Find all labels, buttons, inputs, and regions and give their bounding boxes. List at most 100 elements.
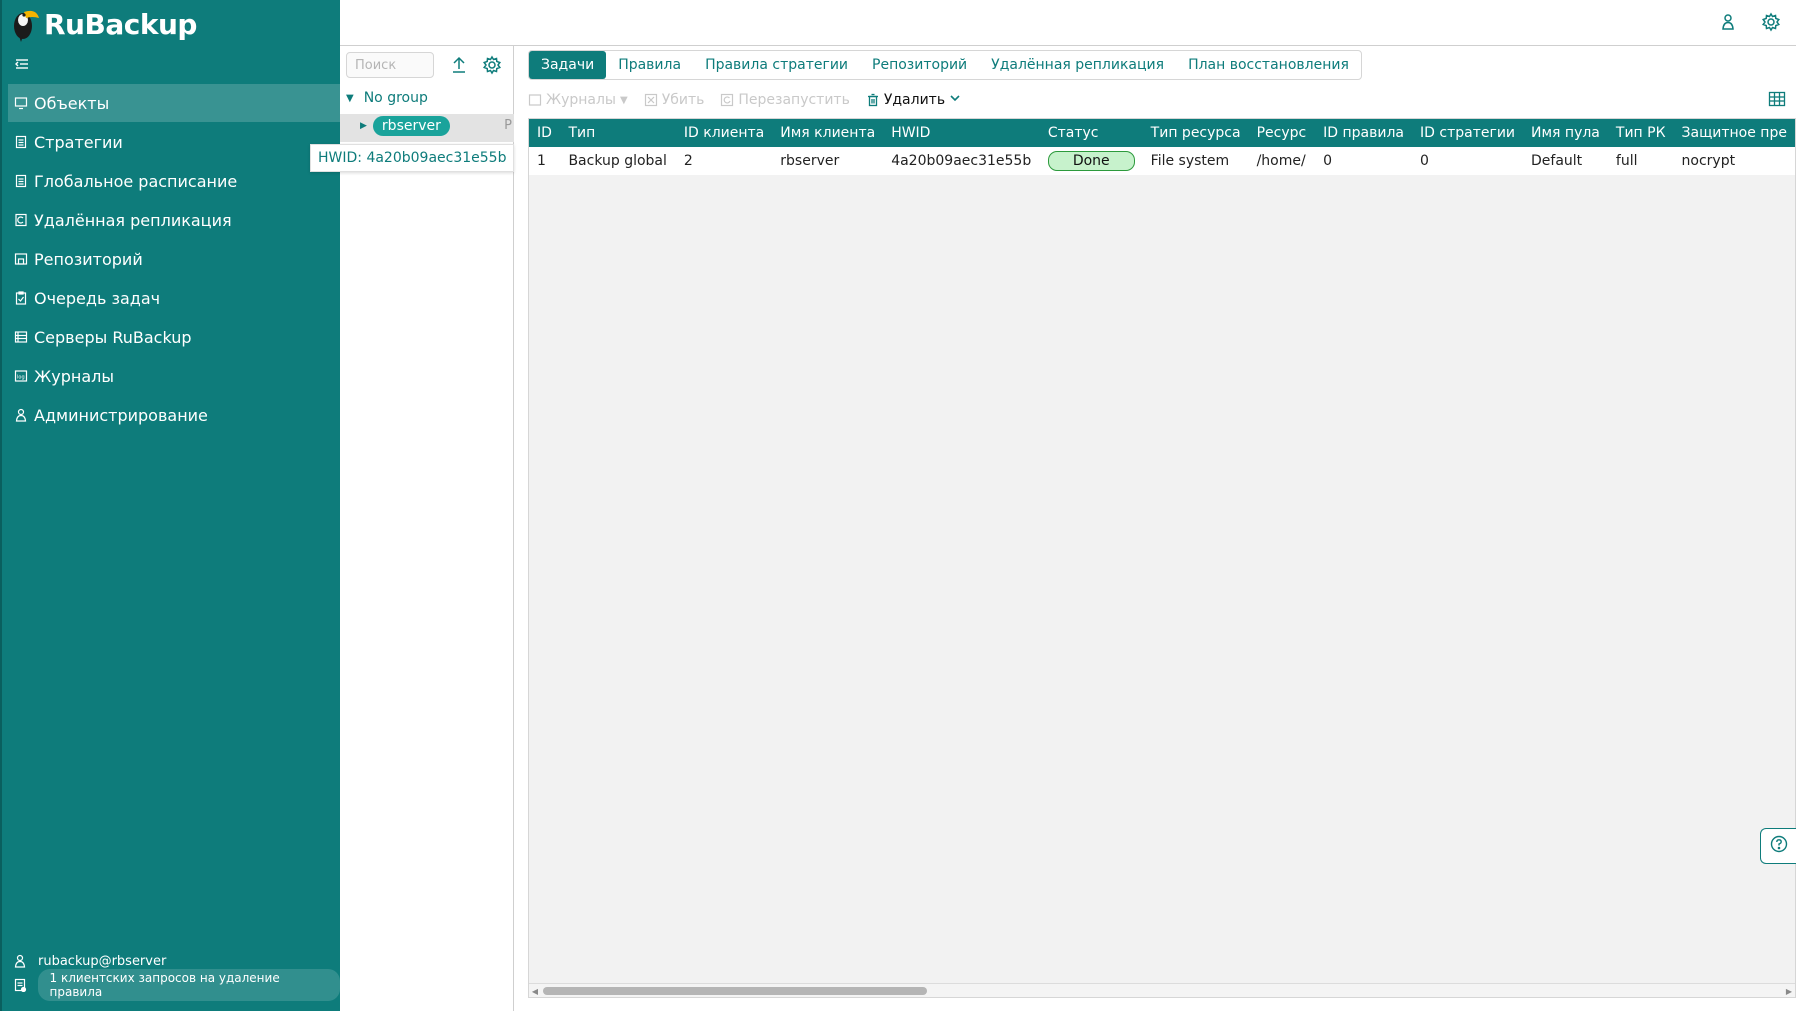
delete-requests-notice[interactable]: 1 клиентских запросов на удаление правил… — [37, 969, 340, 1001]
horizontal-scrollbar[interactable]: ◀ ▶ — [529, 983, 1795, 997]
column-header-backup-type[interactable]: Тип РК — [1608, 119, 1674, 147]
table-row[interactable]: 1 Backup global 2 rbserver 4a20b09aec31e… — [529, 147, 1795, 175]
tree-group-no-group[interactable]: ▼ No group — [346, 88, 428, 108]
notice-icon — [12, 977, 28, 993]
scroll-right-icon[interactable]: ▶ — [1783, 984, 1795, 997]
cell-rule-id: 0 — [1323, 153, 1333, 169]
column-header-resource[interactable]: Ресурс — [1249, 119, 1316, 147]
column-header-pool-name[interactable]: Имя пула — [1523, 119, 1608, 147]
sidebar-item-label: Репозиторий — [34, 249, 143, 269]
column-header-resource-type[interactable]: Тип ресурса — [1143, 119, 1249, 147]
tab-tasks[interactable]: Задачи — [529, 51, 607, 79]
replication-icon — [14, 213, 28, 227]
hwid-tooltip: HWID: 4a20b09aec31e55b — [310, 144, 515, 172]
tab-strategy-rules[interactable]: Правила стратегии — [693, 51, 860, 79]
sidebar-item-global-schedule[interactable]: Глобальное расписание — [8, 162, 340, 200]
sidebar-item-administration[interactable]: Администрирование — [8, 396, 340, 434]
admin-icon — [14, 408, 28, 422]
tab-repository[interactable]: Репозиторий — [860, 51, 979, 79]
scroll-left-icon[interactable]: ◀ — [529, 984, 541, 997]
notice-row[interactable]: 1 клиентских запросов на удаление правил… — [12, 969, 340, 1001]
caret-right-icon[interactable]: ▶ — [360, 121, 367, 131]
settings-gear-icon[interactable] — [1761, 12, 1781, 32]
tab-recovery-plan[interactable]: План восстановления — [1176, 51, 1361, 79]
kill-icon — [644, 93, 658, 107]
column-header-strategy-id[interactable]: ID стратегии — [1412, 119, 1523, 147]
sidebar-item-strategies[interactable]: Стратегии — [8, 123, 340, 161]
repository-icon — [14, 252, 28, 266]
sidebar-item-remote-replication[interactable]: Удалённая репликация — [8, 201, 340, 239]
caret-down-icon: ▼ — [346, 92, 354, 104]
sidebar-item-logs[interactable]: log Журналы — [8, 357, 340, 395]
column-header-type[interactable]: Тип — [560, 119, 675, 147]
sidebar-item-repository[interactable]: Репозиторий — [8, 240, 340, 278]
sidebar-item-label: Журналы — [34, 366, 114, 386]
status-badge: Done — [1047, 151, 1135, 171]
column-header-protection[interactable]: Защитное пре — [1674, 119, 1795, 147]
kill-button[interactable]: Убить — [644, 92, 705, 108]
kill-label: Убить — [661, 92, 705, 108]
cell-protection: nocrypt — [1681, 153, 1736, 169]
tree-group-label: No group — [363, 90, 428, 106]
sidebar-item-label: Глобальное расписание — [34, 171, 238, 191]
sidebar-footer: rubackup@rbserver 1 клиентских запросов … — [12, 949, 340, 1001]
tree-search-input[interactable] — [346, 52, 434, 78]
tree-node-label: rbserver — [372, 116, 450, 136]
cell-client-name: rbserver — [780, 153, 840, 169]
upload-icon[interactable] — [448, 54, 470, 76]
cell-hwid: 4a20b09aec31e55b — [891, 153, 1032, 169]
cell-pool-name: Default — [1531, 153, 1583, 169]
column-header-hwid[interactable]: HWID — [883, 119, 1040, 147]
tab-remote-replication[interactable]: Удалённая репликация — [979, 51, 1176, 79]
column-header-id[interactable]: ID — [529, 119, 560, 147]
svg-text:log: log — [17, 375, 25, 381]
app-window: RuBackup Объекты Стратегии Глобальное ра… — [0, 0, 1796, 1011]
cell-resource-type: File system — [1150, 153, 1230, 169]
tab-bar: Задачи Правила Правила стратегии Репозит… — [528, 50, 1362, 80]
collapse-sidebar-icon[interactable] — [14, 56, 30, 72]
clipboard-icon — [14, 291, 28, 305]
tree-settings-gear-icon[interactable] — [481, 54, 503, 76]
user-name: rubackup@rbserver — [38, 953, 167, 969]
delete-button[interactable]: Удалить — [866, 92, 961, 108]
sidebar-item-label: Очередь задач — [34, 288, 161, 308]
object-tree-panel: ▼ No group ▶ rbserver P — [340, 46, 514, 1011]
help-question-icon — [1770, 835, 1788, 857]
document-icon — [14, 135, 28, 149]
tree-node-rbserver[interactable]: ▶ rbserver — [360, 116, 450, 136]
trash-icon — [866, 93, 880, 107]
column-header-client-name[interactable]: Имя клиента — [772, 119, 883, 147]
tasks-table: ID Тип ID клиента Имя клиента HWID Стату… — [529, 119, 1795, 175]
log-icon — [528, 93, 542, 107]
sidebar-item-servers[interactable]: Серверы RuBackup — [8, 318, 340, 356]
sidebar: RuBackup Объекты Стратегии Глобальное ра… — [0, 0, 340, 1011]
sidebar-item-objects[interactable]: Объекты — [8, 84, 340, 122]
table-columns-icon[interactable] — [1768, 90, 1786, 108]
chevron-down-icon: ▼ — [620, 94, 628, 106]
server-icon — [14, 330, 28, 344]
scrollbar-thumb[interactable] — [543, 987, 927, 995]
sidebar-nav: Объекты Стратегии Глобальное расписание … — [8, 84, 340, 435]
sidebar-item-label: Стратегии — [34, 132, 123, 152]
column-header-rule-id[interactable]: ID правила — [1315, 119, 1412, 147]
cell-id: 1 — [537, 153, 546, 169]
tab-rules[interactable]: Правила — [606, 51, 693, 79]
sidebar-item-label: Администрирование — [34, 405, 208, 425]
logs-label: Журналы — [546, 92, 616, 108]
sidebar-item-label: Серверы RuBackup — [34, 327, 192, 347]
column-header-client-id[interactable]: ID клиента — [676, 119, 772, 147]
chevron-down-icon — [949, 92, 961, 108]
sidebar-item-label: Объекты — [34, 93, 110, 113]
logo: RuBackup — [10, 4, 197, 44]
column-header-status[interactable]: Статус — [1040, 119, 1143, 147]
monitor-icon — [14, 96, 28, 110]
top-bar — [340, 0, 1796, 46]
sidebar-item-task-queue[interactable]: Очередь задач — [8, 279, 340, 317]
help-button[interactable] — [1760, 828, 1796, 864]
cell-type: Backup global — [568, 153, 667, 169]
restart-button[interactable]: Перезапустить — [720, 92, 850, 108]
logs-button[interactable]: Журналы ▼ — [528, 92, 628, 108]
tree-node-extra: P — [504, 118, 512, 133]
user-profile-icon[interactable] — [1718, 12, 1738, 32]
cell-strategy-id: 0 — [1420, 153, 1429, 169]
